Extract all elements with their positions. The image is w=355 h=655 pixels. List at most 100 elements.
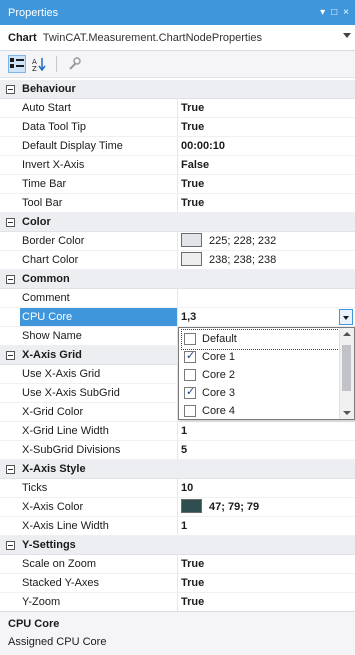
maximize-icon[interactable]: □ xyxy=(331,7,337,18)
property-value-text: 10 xyxy=(181,482,194,494)
property-row-data-tool-tip[interactable]: Data Tool Tip True xyxy=(0,118,355,137)
category-color[interactable]: Color xyxy=(0,213,355,232)
collapse-icon[interactable] xyxy=(6,85,15,94)
property-name: Scale on Zoom xyxy=(22,558,96,570)
checkbox-icon[interactable] xyxy=(184,333,196,345)
checkbox-checked-icon[interactable] xyxy=(184,349,196,363)
property-name: X-Axis Line Width xyxy=(22,520,109,532)
property-value-text: 1,3 xyxy=(181,311,197,323)
chevron-down-icon[interactable] xyxy=(343,33,351,38)
cpu-core-option-core-1[interactable]: Core 1 xyxy=(182,348,339,367)
window-controls: ▾ □ × xyxy=(320,0,349,25)
column-divider xyxy=(177,194,178,213)
popup-scrollbar[interactable] xyxy=(339,328,354,419)
property-name: CPU Core xyxy=(20,308,177,327)
cpu-core-dropdown-button[interactable] xyxy=(339,309,353,325)
property-value[interactable]: 5 xyxy=(181,441,355,460)
object-selector[interactable]: Chart TwinCAT.Measurement.ChartNodePrope… xyxy=(0,25,355,51)
property-name: Use X-Axis SubGrid xyxy=(22,387,120,399)
property-value[interactable]: 225; 228; 232 xyxy=(181,232,355,251)
collapse-icon[interactable] xyxy=(6,218,15,227)
close-icon[interactable]: × xyxy=(343,7,349,18)
property-value[interactable]: True xyxy=(181,99,355,118)
categorized-button[interactable] xyxy=(8,55,26,73)
property-value[interactable]: 00:00:10 xyxy=(181,137,355,156)
column-divider xyxy=(177,289,178,308)
collapse-icon[interactable] xyxy=(6,351,15,360)
property-row-time-bar[interactable]: Time Bar True xyxy=(0,175,355,194)
column-divider xyxy=(177,574,178,593)
property-value-text: 1 xyxy=(181,425,188,437)
category-common[interactable]: Common xyxy=(0,270,355,289)
property-value[interactable]: True xyxy=(181,555,355,574)
scroll-down-icon[interactable] xyxy=(343,411,351,415)
property-value-text: 1 xyxy=(181,520,188,532)
option-label: Core 2 xyxy=(202,369,236,381)
property-value[interactable]: 238; 238; 238 xyxy=(181,251,355,270)
property-row-y-zoom[interactable]: Y-Zoom True xyxy=(0,593,355,612)
cpu-core-option-core-4[interactable]: Core 4 xyxy=(182,402,339,421)
scroll-up-icon[interactable] xyxy=(343,332,351,336)
property-value-text: 00:00:10 xyxy=(181,140,226,152)
collapse-icon[interactable] xyxy=(6,465,15,474)
property-row-ticks[interactable]: Ticks 10 xyxy=(0,479,355,498)
window-menu-icon[interactable]: ▾ xyxy=(320,7,325,18)
color-swatch xyxy=(181,499,202,514)
property-value-text: True xyxy=(181,178,205,190)
column-divider xyxy=(177,517,178,536)
scrollbar-thumb[interactable] xyxy=(342,345,351,391)
property-pages-button[interactable] xyxy=(65,55,83,73)
property-value[interactable]: 1 xyxy=(181,422,355,441)
column-divider xyxy=(177,175,178,194)
option-label: Core 4 xyxy=(202,405,236,417)
property-row-x-axis-color[interactable]: X-Axis Color 47; 79; 79 xyxy=(0,498,355,517)
description-title: CPU Core xyxy=(8,618,60,630)
property-row-comment[interactable]: Comment xyxy=(0,289,355,308)
property-row-x-axis-line-width[interactable]: X-Axis Line Width 1 xyxy=(0,517,355,536)
collapse-icon[interactable] xyxy=(6,275,15,284)
collapse-icon[interactable] xyxy=(6,541,15,550)
property-value[interactable] xyxy=(181,289,355,308)
property-row-default-display-time[interactable]: Default Display Time 00:00:10 xyxy=(0,137,355,156)
property-name: Invert X-Axis xyxy=(22,159,85,171)
cpu-core-dropdown-popup[interactable]: Core 4 Core 3 Core 2 Core 1 Default xyxy=(178,327,355,420)
checkbox-icon[interactable] xyxy=(184,405,196,417)
property-value[interactable]: 47; 79; 79 xyxy=(181,498,355,517)
color-swatch xyxy=(181,233,202,248)
property-row-scale-on-zoom[interactable]: Scale on Zoom True xyxy=(0,555,355,574)
property-value[interactable]: 10 xyxy=(181,479,355,498)
property-row-border-color[interactable]: Border Color 225; 228; 232 xyxy=(0,232,355,251)
property-row-x-subgrid-divisions[interactable]: X-SubGrid Divisions 5 xyxy=(0,441,355,460)
property-value[interactable]: True xyxy=(181,593,355,612)
category-behaviour[interactable]: Behaviour xyxy=(0,80,355,99)
cpu-core-option-core-2[interactable]: Core 2 xyxy=(182,366,339,385)
cpu-core-option-core-3[interactable]: Core 3 xyxy=(182,384,339,403)
property-name: Comment xyxy=(22,292,70,304)
property-value[interactable]: True xyxy=(181,194,355,213)
column-divider xyxy=(177,308,178,327)
cpu-core-option-default[interactable]: Default xyxy=(181,329,340,350)
property-value[interactable]: True xyxy=(181,175,355,194)
property-row-chart-color[interactable]: Chart Color 238; 238; 238 xyxy=(0,251,355,270)
property-row-x-grid-line-width[interactable]: X-Grid Line Width 1 xyxy=(0,422,355,441)
property-row-auto-start[interactable]: Auto Start True xyxy=(0,99,355,118)
checkbox-checked-icon[interactable] xyxy=(184,385,196,399)
property-row-invert-x-axis[interactable]: Invert X-Axis False xyxy=(0,156,355,175)
toolbar-separator xyxy=(56,56,57,72)
property-row-cpu-core[interactable]: CPU Core 1,3 xyxy=(0,308,355,327)
property-value[interactable]: 1,3 xyxy=(181,308,355,327)
category-y-settings[interactable]: Y-Settings xyxy=(0,536,355,555)
property-value[interactable]: True xyxy=(181,574,355,593)
alphabetical-button[interactable]: A Z xyxy=(30,55,48,73)
property-row-tool-bar[interactable]: Tool Bar True xyxy=(0,194,355,213)
color-swatch xyxy=(181,252,202,267)
property-value[interactable]: True xyxy=(181,118,355,137)
property-name: Tool Bar xyxy=(22,197,63,209)
property-value[interactable]: 1 xyxy=(181,517,355,536)
checkbox-icon[interactable] xyxy=(184,369,196,381)
column-divider xyxy=(177,555,178,574)
property-name: X-Grid Line Width xyxy=(22,425,109,437)
property-value[interactable]: False xyxy=(181,156,355,175)
property-row-stacked-y-axes[interactable]: Stacked Y-Axes True xyxy=(0,574,355,593)
category-x-axis-style[interactable]: X-Axis Style xyxy=(0,460,355,479)
